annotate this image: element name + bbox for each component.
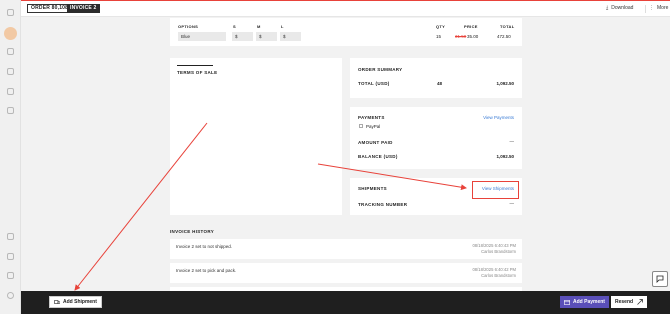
paypal-label: PayPal [366, 124, 381, 129]
history-row: Invoice 2 set to not shipped. 08/18/2025… [170, 239, 522, 259]
box-icon[interactable] [7, 68, 14, 75]
col-l: L [281, 24, 284, 29]
total-qty-value: 48 [437, 81, 443, 86]
more-button[interactable]: ⋮ More [649, 5, 668, 11]
terms-title: TERMS OF SALE [177, 70, 218, 75]
download-label: Download [611, 5, 634, 11]
size-s-input[interactable]: $ [232, 32, 253, 41]
paypal-checkbox[interactable] [359, 124, 363, 128]
col-price: PRICE [464, 24, 478, 29]
balance-label: BALANCE (USD) [358, 154, 398, 159]
order-badge[interactable]: ORDER 80,108 [27, 4, 73, 13]
size-m-input[interactable]: $ [256, 32, 277, 41]
invoice-badge: INVOICE 2 [67, 4, 100, 13]
order-summary-title: ORDER SUMMARY [358, 67, 403, 72]
resend-button[interactable]: Resend [611, 296, 648, 308]
contacts-icon[interactable] [7, 48, 14, 55]
view-shipments-highlight [472, 181, 519, 199]
account-avatar[interactable] [4, 27, 17, 40]
balance-value: 1,092.50 [496, 154, 514, 159]
invoice-history-title: INVOICE HISTORY [170, 229, 215, 234]
history-user: Carlos Brandstorm [481, 273, 516, 278]
add-payment-button[interactable]: Add Payment [560, 296, 609, 308]
tracking-number-label: TRACKING NUMBER [358, 202, 408, 207]
profile-icon[interactable] [7, 292, 14, 299]
history-text: Invoice 2 set to pick and pack. [176, 268, 237, 273]
add-shipment-label: Add Shipment [63, 299, 97, 305]
header-divider [645, 5, 646, 13]
add-payment-label: Add Payment [573, 299, 605, 305]
left-nav-rail [0, 0, 21, 314]
download-button[interactable]: ⤓ Download [606, 5, 633, 11]
inbox-icon[interactable] [7, 233, 14, 240]
tracking-number-value: — [509, 201, 515, 206]
col-options: OPTIONS [178, 24, 199, 29]
ship-icon [54, 299, 60, 304]
invoice-header: ORDER 80,108 INVOICE 2 ⤓ Download ⋮ More [21, 1, 670, 17]
view-payments-link[interactable]: View Payments [483, 115, 514, 120]
col-qty: QTY [436, 24, 446, 29]
total-usd-label: TOTAL (USD) [358, 81, 390, 86]
menu-icon[interactable] [7, 9, 14, 16]
chat-button[interactable] [652, 271, 668, 287]
add-shipment-button[interactable]: Add Shipment [49, 296, 102, 308]
shipments-title: SHIPMENTS [358, 186, 387, 191]
chat-icon [656, 275, 664, 283]
qty-value: 15 [436, 34, 442, 39]
total-usd-value: 1,092.50 [496, 81, 514, 86]
history-meta: 08/18/2025 6:40:43 PM Carlos Brandstorm [472, 243, 516, 255]
order-summary-card: ORDER SUMMARY TOTAL (USD) 48 1,092.50 [350, 58, 522, 98]
history-meta: 08/18/2025 6:40:42 PM Carlos Brandstorm [472, 267, 516, 279]
more-label: More [657, 5, 669, 11]
credit-card-icon [564, 299, 570, 305]
history-user: Carlos Brandstorm [481, 249, 516, 254]
payments-title: PAYMENTS [358, 115, 385, 120]
amount-paid-label: AMOUNT PAID [358, 140, 393, 145]
history-text: Invoice 2 set to not shipped. [176, 244, 233, 249]
old-price-value: 31.50 [455, 34, 467, 39]
megaphone-icon[interactable] [7, 253, 14, 260]
line-total-value: 472.50 [497, 34, 511, 39]
size-l-input[interactable]: $ [280, 32, 301, 41]
send-icon [637, 299, 643, 305]
bottom-action-bar: Add Shipment Add Payment Resend [21, 291, 670, 314]
col-s: S [233, 24, 236, 29]
terms-of-sale-panel: TERMS OF SALE [170, 58, 342, 215]
price-value: 35.00 [467, 34, 479, 39]
line-items-panel: OPTIONS S M L QTY PRICE TOTAL Blue $ $ $… [170, 18, 522, 46]
amount-paid-value: — [509, 139, 515, 144]
resend-label: Resend [615, 299, 634, 305]
option-select[interactable]: Blue [178, 32, 226, 41]
document-icon[interactable] [7, 107, 14, 114]
download-icon: ⤓ [606, 5, 609, 11]
payments-card: PAYMENTS View Payments PayPal AMOUNT PAI… [350, 107, 522, 169]
col-total: TOTAL [500, 24, 515, 29]
col-m: M [257, 24, 261, 29]
terms-title-rule [177, 65, 213, 66]
calendar-icon[interactable] [7, 88, 14, 95]
more-icon: ⋮ [649, 5, 654, 11]
history-row: Invoice 2 set to pick and pack. 08/18/20… [170, 263, 522, 283]
shield-icon[interactable] [7, 272, 14, 279]
